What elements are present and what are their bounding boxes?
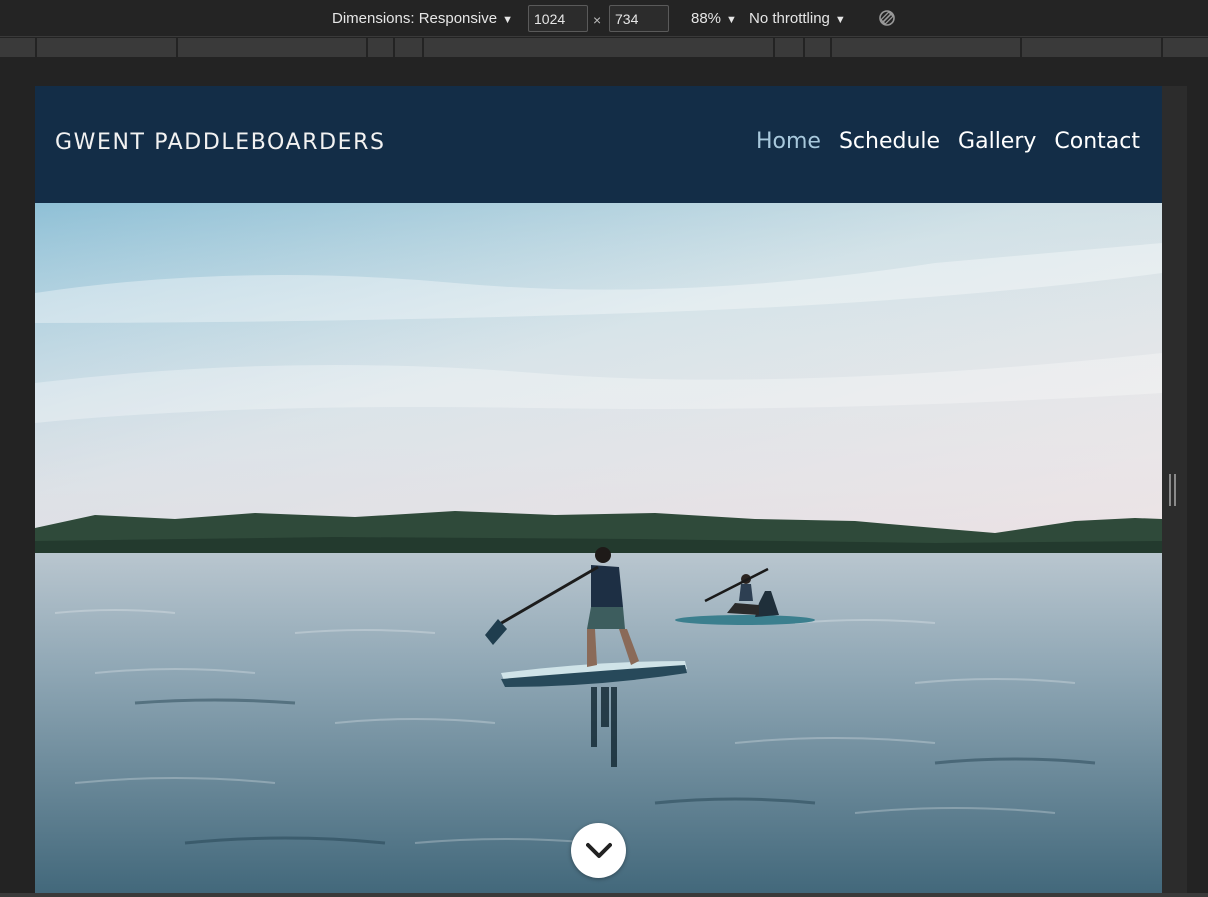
dropdown-caret-icon: ▼ xyxy=(502,14,513,26)
nav-link-gallery[interactable]: Gallery xyxy=(958,129,1036,154)
site-header: GWENT PADDLEBOARDERS Home Schedule Galle… xyxy=(35,86,1162,203)
nav-link-schedule[interactable]: Schedule xyxy=(839,129,940,154)
bottom-resize-bar[interactable] xyxy=(0,893,1208,897)
device-toolbar: Dimensions: Responsive ▼ × 88% ▼ No thrott… xyxy=(0,0,1208,37)
hero-image xyxy=(35,203,1162,897)
nav-link-home[interactable]: Home xyxy=(756,129,821,154)
main-nav: Home Schedule Gallery Contact xyxy=(756,129,1140,154)
emulated-viewport: GWENT PADDLEBOARDERS Home Schedule Galle… xyxy=(35,86,1162,897)
zoom-label: 88% xyxy=(691,10,722,27)
dropdown-caret-icon: ▼ xyxy=(726,14,737,26)
site-brand[interactable]: GWENT PADDLEBOARDERS xyxy=(55,130,386,155)
rotate-icon[interactable] xyxy=(878,9,898,29)
scroll-down-button[interactable] xyxy=(571,823,626,878)
dimensions-dropdown[interactable]: Dimensions: Responsive ▼ xyxy=(332,0,513,37)
dimensions-label: Dimensions: Responsive xyxy=(332,10,498,27)
throttling-label: No throttling xyxy=(749,10,830,27)
times-separator: × xyxy=(593,12,602,28)
nav-link-contact[interactable]: Contact xyxy=(1054,129,1140,154)
height-input[interactable] xyxy=(609,5,669,32)
dropdown-caret-icon: ▼ xyxy=(834,14,846,26)
throttling-dropdown[interactable]: No throttling ▼ xyxy=(749,0,846,37)
chevron-down-icon xyxy=(586,843,612,858)
width-input[interactable] xyxy=(528,5,588,32)
resize-handle[interactable] xyxy=(1169,474,1178,506)
zoom-dropdown[interactable]: 88% ▼ xyxy=(691,0,737,37)
media-query-ruler[interactable] xyxy=(0,38,1208,57)
